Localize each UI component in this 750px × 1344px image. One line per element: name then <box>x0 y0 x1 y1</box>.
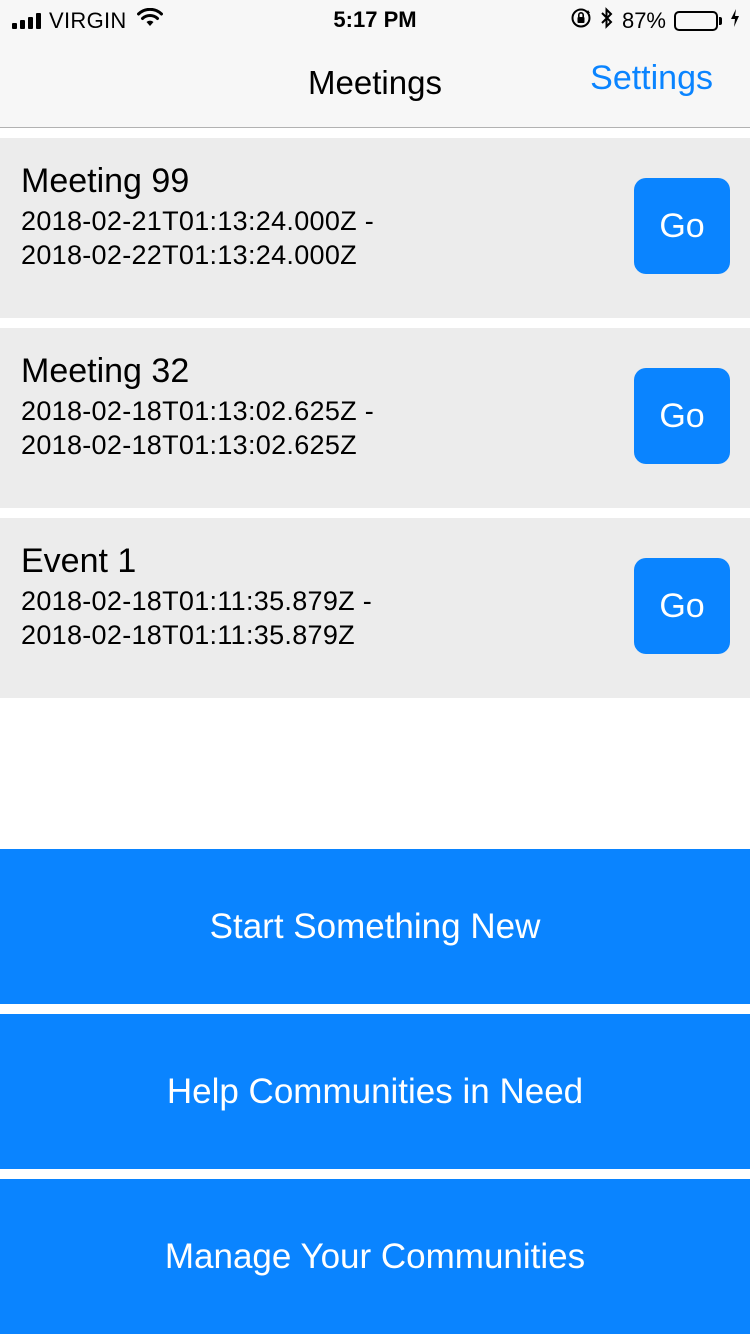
meeting-start: 2018-02-18T01:11:35.879Z - <box>21 586 373 616</box>
orientation-lock-icon <box>570 7 592 35</box>
meeting-list: Meeting 99 2018-02-21T01:13:24.000Z - 20… <box>0 138 750 708</box>
meeting-end: 2018-02-18T01:11:35.879Z <box>21 620 355 650</box>
status-right: 87% <box>570 7 740 35</box>
meeting-end: 2018-02-22T01:13:24.000Z <box>21 240 357 270</box>
start-something-new-button[interactable]: Start Something New <box>0 849 750 1004</box>
bluetooth-icon <box>600 7 614 35</box>
action-buttons: Start Something New Help Communities in … <box>0 849 750 1344</box>
meeting-row: Meeting 32 2018-02-18T01:13:02.625Z - 20… <box>0 328 750 508</box>
meeting-dates: 2018-02-18T01:13:02.625Z - 2018-02-18T01… <box>21 394 374 462</box>
navigation-bar: Meetings Settings <box>0 40 750 128</box>
meeting-name: Event 1 <box>21 542 137 580</box>
meeting-name: Meeting 32 <box>21 352 190 390</box>
meeting-end: 2018-02-18T01:13:02.625Z <box>21 430 357 460</box>
charging-bolt-icon <box>730 8 740 34</box>
meeting-name: Meeting 99 <box>21 162 190 200</box>
status-bar: VIRGIN 5:17 PM 87% <box>0 0 750 40</box>
go-button[interactable]: Go <box>634 558 730 654</box>
battery-percent: 87% <box>621 8 666 33</box>
meeting-start: 2018-02-18T01:13:02.625Z - <box>21 396 375 426</box>
settings-button[interactable]: Settings <box>590 59 713 98</box>
go-button[interactable]: Go <box>634 368 730 464</box>
meeting-dates: 2018-02-21T01:13:24.000Z - 2018-02-22T01… <box>21 204 374 272</box>
help-communities-button[interactable]: Help Communities in Need <box>0 1014 750 1169</box>
meeting-row: Event 1 2018-02-18T01:11:35.879Z - 2018-… <box>0 518 750 698</box>
meeting-dates: 2018-02-18T01:11:35.879Z - 2018-02-18T01… <box>21 584 372 652</box>
meeting-start: 2018-02-21T01:13:24.000Z - <box>21 206 375 236</box>
battery-icon <box>674 11 722 31</box>
go-button[interactable]: Go <box>634 178 730 274</box>
meeting-row: Meeting 99 2018-02-21T01:13:24.000Z - 20… <box>0 138 750 318</box>
manage-communities-button[interactable]: Manage Your Communities <box>0 1179 750 1334</box>
